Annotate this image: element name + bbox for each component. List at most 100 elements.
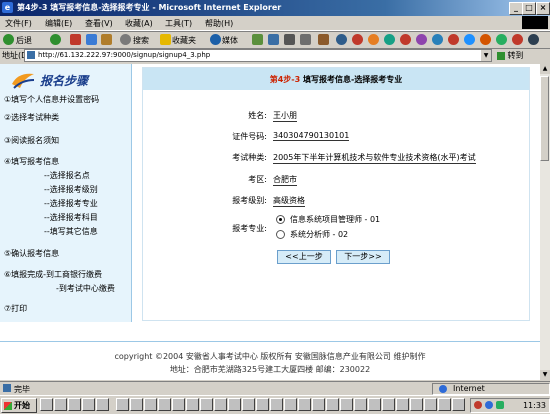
taskbar-app-icon[interactable] [382, 398, 395, 411]
taskbar-app-icon[interactable] [368, 398, 381, 411]
next-step-button[interactable]: 下一步>> [336, 250, 390, 264]
taskbar-app-icon[interactable] [186, 398, 199, 411]
sidebar-step-5[interactable]: ⑤确认报考信息 [4, 248, 59, 259]
major-option-1[interactable]: 信息系统项目管理师 - 01 [290, 214, 380, 225]
toolbar-plugin-icon[interactable] [480, 34, 491, 45]
sidebar-substep-location[interactable]: --选择报名点 [44, 170, 90, 181]
stop-icon[interactable] [70, 34, 81, 45]
sidebar-step-3[interactable]: ③阅读报名须知 [4, 135, 59, 146]
edit-icon[interactable] [300, 34, 311, 45]
maximize-button[interactable]: □ [522, 2, 536, 15]
tray-icon[interactable] [485, 401, 493, 409]
minimize-button[interactable]: _ [509, 2, 523, 15]
menu-help[interactable]: 帮助(H) [205, 18, 233, 29]
sidebar-substep-other[interactable]: --填写其它信息 [44, 226, 98, 237]
taskbar-app-icon[interactable] [312, 398, 325, 411]
messenger-icon[interactable] [336, 34, 347, 45]
menu-tools[interactable]: 工具(T) [165, 18, 192, 29]
step-header: 第4步-3 填写报考信息-选择报考专业 [143, 68, 529, 90]
back-button[interactable]: 后退 [16, 35, 32, 46]
taskbar-app-icon[interactable] [158, 398, 171, 411]
sidebar-step-1[interactable]: ①填写个人信息并设置密码 [4, 94, 99, 105]
taskbar-app-icon[interactable] [354, 398, 367, 411]
taskbar-app-icon[interactable] [130, 398, 143, 411]
toolbar-plugin-icon[interactable] [368, 34, 379, 45]
sidebar-step-2[interactable]: ②选择考试种类 [4, 112, 59, 123]
toolbar-plugin-icon[interactable] [512, 34, 523, 45]
history-icon[interactable] [252, 34, 263, 45]
taskbar-app-icon[interactable] [172, 398, 185, 411]
toolbar-plugin-icon[interactable] [352, 34, 363, 45]
taskbar-app-icon[interactable] [214, 398, 227, 411]
major-radio-2[interactable] [276, 230, 285, 239]
taskbar-app-icon[interactable] [298, 398, 311, 411]
address-input[interactable]: http://61.132.222.97:9000/signup/signup4… [24, 49, 492, 62]
go-button[interactable]: 转到 [497, 50, 524, 61]
discuss-icon[interactable] [318, 34, 329, 45]
forward-arrow-icon[interactable] [50, 34, 61, 45]
sidebar-step-6[interactable]: ⑥填报完成-到工商银行缴费 [4, 269, 102, 280]
sidebar-step-6-center[interactable]: -到考试中心缴费 [56, 283, 115, 294]
taskbar-app-icon[interactable] [68, 398, 81, 411]
taskbar-app-icon[interactable] [228, 398, 241, 411]
mail-icon[interactable] [268, 34, 279, 45]
page-content: 报名步骤 ①填写个人信息并设置密码 ②选择考试种类 ③阅读报名须知 ④填写报考信… [0, 64, 540, 380]
toolbar-plugin-icon[interactable] [400, 34, 411, 45]
toolbar-plugin-icon[interactable] [464, 34, 475, 45]
search-button[interactable]: 搜索 [133, 35, 149, 46]
close-button[interactable]: × [536, 2, 550, 15]
sidebar-substep-major[interactable]: --选择报考专业 [44, 198, 98, 209]
prev-step-button[interactable]: <<上一步 [277, 250, 331, 264]
sidebar-substep-level[interactable]: --选择报考级别 [44, 184, 98, 195]
favorites-button[interactable]: 收藏夹 [172, 35, 196, 46]
vertical-scrollbar[interactable]: ▲ ▼ [540, 64, 550, 380]
sidebar-step-7[interactable]: ⑦打印 [4, 303, 27, 314]
taskbar-app-icon[interactable] [410, 398, 423, 411]
print-icon[interactable] [284, 34, 295, 45]
taskbar-app-icon[interactable] [326, 398, 339, 411]
footer-divider [0, 341, 540, 342]
taskbar-app-icon[interactable] [438, 398, 451, 411]
toolbar-plugin-icon[interactable] [416, 34, 427, 45]
address-url[interactable]: http://61.132.222.97:9000/signup/signup4… [38, 51, 210, 59]
taskbar-app-icon[interactable] [270, 398, 283, 411]
taskbar-app-icon[interactable] [452, 398, 465, 411]
major-radio-1[interactable] [276, 215, 285, 224]
tray-icon[interactable] [474, 401, 482, 409]
taskbar-app-icon[interactable] [200, 398, 213, 411]
taskbar-app-icon[interactable] [96, 398, 109, 411]
taskbar-app-icon[interactable] [116, 398, 129, 411]
toolbar-plugin-icon[interactable] [528, 34, 539, 45]
chevron-down-icon[interactable]: ▼ [481, 50, 491, 61]
taskbar-app-icon[interactable] [284, 398, 297, 411]
home-icon[interactable] [101, 34, 112, 45]
menu-favorites[interactable]: 收藏(A) [125, 18, 153, 29]
taskbar-app-icon[interactable] [144, 398, 157, 411]
taskbar-app-icon[interactable] [396, 398, 409, 411]
taskbar-app-icon[interactable] [54, 398, 67, 411]
tray-icon[interactable] [496, 401, 504, 409]
toolbar-plugin-icon[interactable] [448, 34, 459, 45]
toolbar-plugin-icon[interactable] [432, 34, 443, 45]
menu-view[interactable]: 查看(V) [85, 18, 113, 29]
media-button[interactable]: 媒体 [222, 35, 238, 46]
taskbar-app-icon[interactable] [40, 398, 53, 411]
major-option-2[interactable]: 系统分析师 - 02 [290, 229, 348, 240]
taskbar-app-icon[interactable] [242, 398, 255, 411]
scroll-up-icon[interactable]: ▲ [540, 64, 550, 74]
toolbar-plugin-icon[interactable] [384, 34, 395, 45]
system-tray: 11:33 [470, 398, 550, 413]
start-button[interactable]: 开始 [1, 398, 37, 413]
menu-edit[interactable]: 编辑(E) [45, 18, 72, 29]
scroll-thumb[interactable] [540, 76, 549, 161]
taskbar-app-icon[interactable] [256, 398, 269, 411]
scroll-down-icon[interactable]: ▼ [540, 370, 550, 380]
taskbar-app-icon[interactable] [82, 398, 95, 411]
menu-file[interactable]: 文件(F) [5, 18, 32, 29]
sidebar-step-4[interactable]: ④填写报考信息 [4, 156, 59, 167]
taskbar-app-icon[interactable] [340, 398, 353, 411]
taskbar-app-icon[interactable] [424, 398, 437, 411]
sidebar-substep-subject[interactable]: --选择报考科目 [44, 212, 98, 223]
refresh-icon[interactable] [86, 34, 97, 45]
toolbar-plugin-icon[interactable] [496, 34, 507, 45]
